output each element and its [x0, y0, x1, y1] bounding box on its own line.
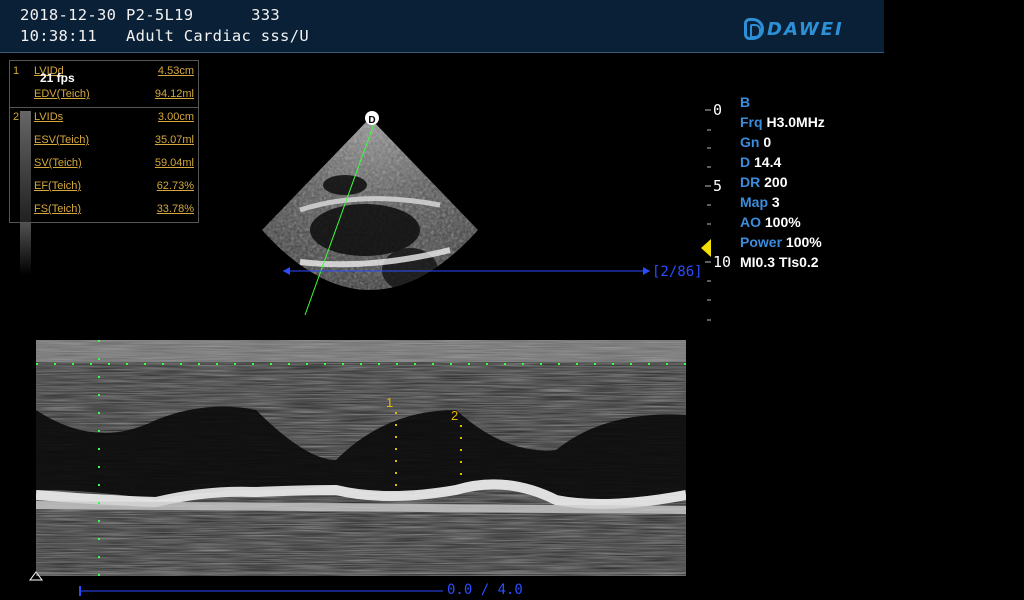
measurement-row: ESV(Teich) 35.07ml — [10, 134, 198, 154]
param-row: Map 3 — [740, 194, 780, 210]
measurement-value: 62.73% — [156, 180, 194, 192]
measurement-value: 94.12ml — [154, 88, 194, 100]
param-row: D 14.4 — [740, 154, 782, 170]
divider — [10, 107, 198, 108]
depth-ticks — [705, 109, 711, 321]
measurement-row: 1 LVIDd 4.53cm — [10, 65, 198, 85]
measurement-row: EDV(Teich) 94.12ml — [10, 88, 198, 108]
m-mode-image: 1 2 — [36, 340, 686, 576]
param-row: Frq H3.0MHz — [740, 114, 825, 130]
param-row: Power 100% — [740, 234, 822, 250]
measurement-label: SV(Teich) — [34, 157, 82, 169]
caliper-label: 1 — [386, 395, 393, 410]
param-row: MI0.3 TIs0.2 — [740, 254, 819, 270]
svg-text:D: D — [368, 115, 375, 126]
measurement-label: LVIDs — [34, 111, 64, 123]
measurement-value: 59.04ml — [154, 157, 194, 169]
cine-position: 0.0 / 4.0 — [447, 582, 523, 598]
sector-scan — [262, 118, 478, 290]
param-row: AO 100% — [740, 214, 801, 230]
measurement-index: 2 — [13, 111, 20, 123]
cursor-left-arrow-icon — [283, 267, 290, 275]
frame-counter: [2/86] — [652, 264, 703, 280]
imaging-parameters: B Frq H3.0MHz Gn 0 D 14.4 DR 200 Map 3 A… — [740, 92, 825, 272]
measurement-label: FS(Teich) — [34, 203, 82, 215]
param-row: Gn 0 — [740, 134, 772, 150]
measurement-value: 4.53cm — [157, 65, 194, 77]
measurement-label: EDV(Teich) — [34, 88, 90, 100]
param-row: DR 200 — [740, 174, 788, 190]
measurement-value: 3.00cm — [157, 111, 194, 123]
measurement-value: 35.07ml — [154, 134, 194, 146]
measurement-row: 2 LVIDs 3.00cm — [10, 111, 198, 131]
param-row: B — [740, 94, 751, 110]
measurement-panel: 1 LVIDd 4.53cm EDV(Teich) 94.12ml 2 LVID… — [9, 60, 199, 223]
measurement-value: 33.78% — [156, 203, 194, 215]
frame-rate: 21 fps — [40, 71, 75, 85]
measurement-row: SV(Teich) 59.04ml — [10, 157, 198, 177]
depth-label: 0 — [713, 101, 723, 119]
measurement-label: EF(Teich) — [34, 180, 82, 192]
measurement-label: ESV(Teich) — [34, 134, 90, 146]
measurement-row: EF(Teich) 62.73% — [10, 180, 198, 200]
focus-marker-icon[interactable] — [701, 239, 711, 257]
caliper-label: 2 — [451, 408, 458, 423]
cursor-right-arrow-icon — [643, 267, 650, 275]
depth-label: 10 — [713, 253, 732, 271]
measurement-index: 1 — [13, 65, 20, 77]
depth-label: 5 — [713, 177, 723, 195]
measurement-row: FS(Teich) 33.78% — [10, 203, 198, 223]
